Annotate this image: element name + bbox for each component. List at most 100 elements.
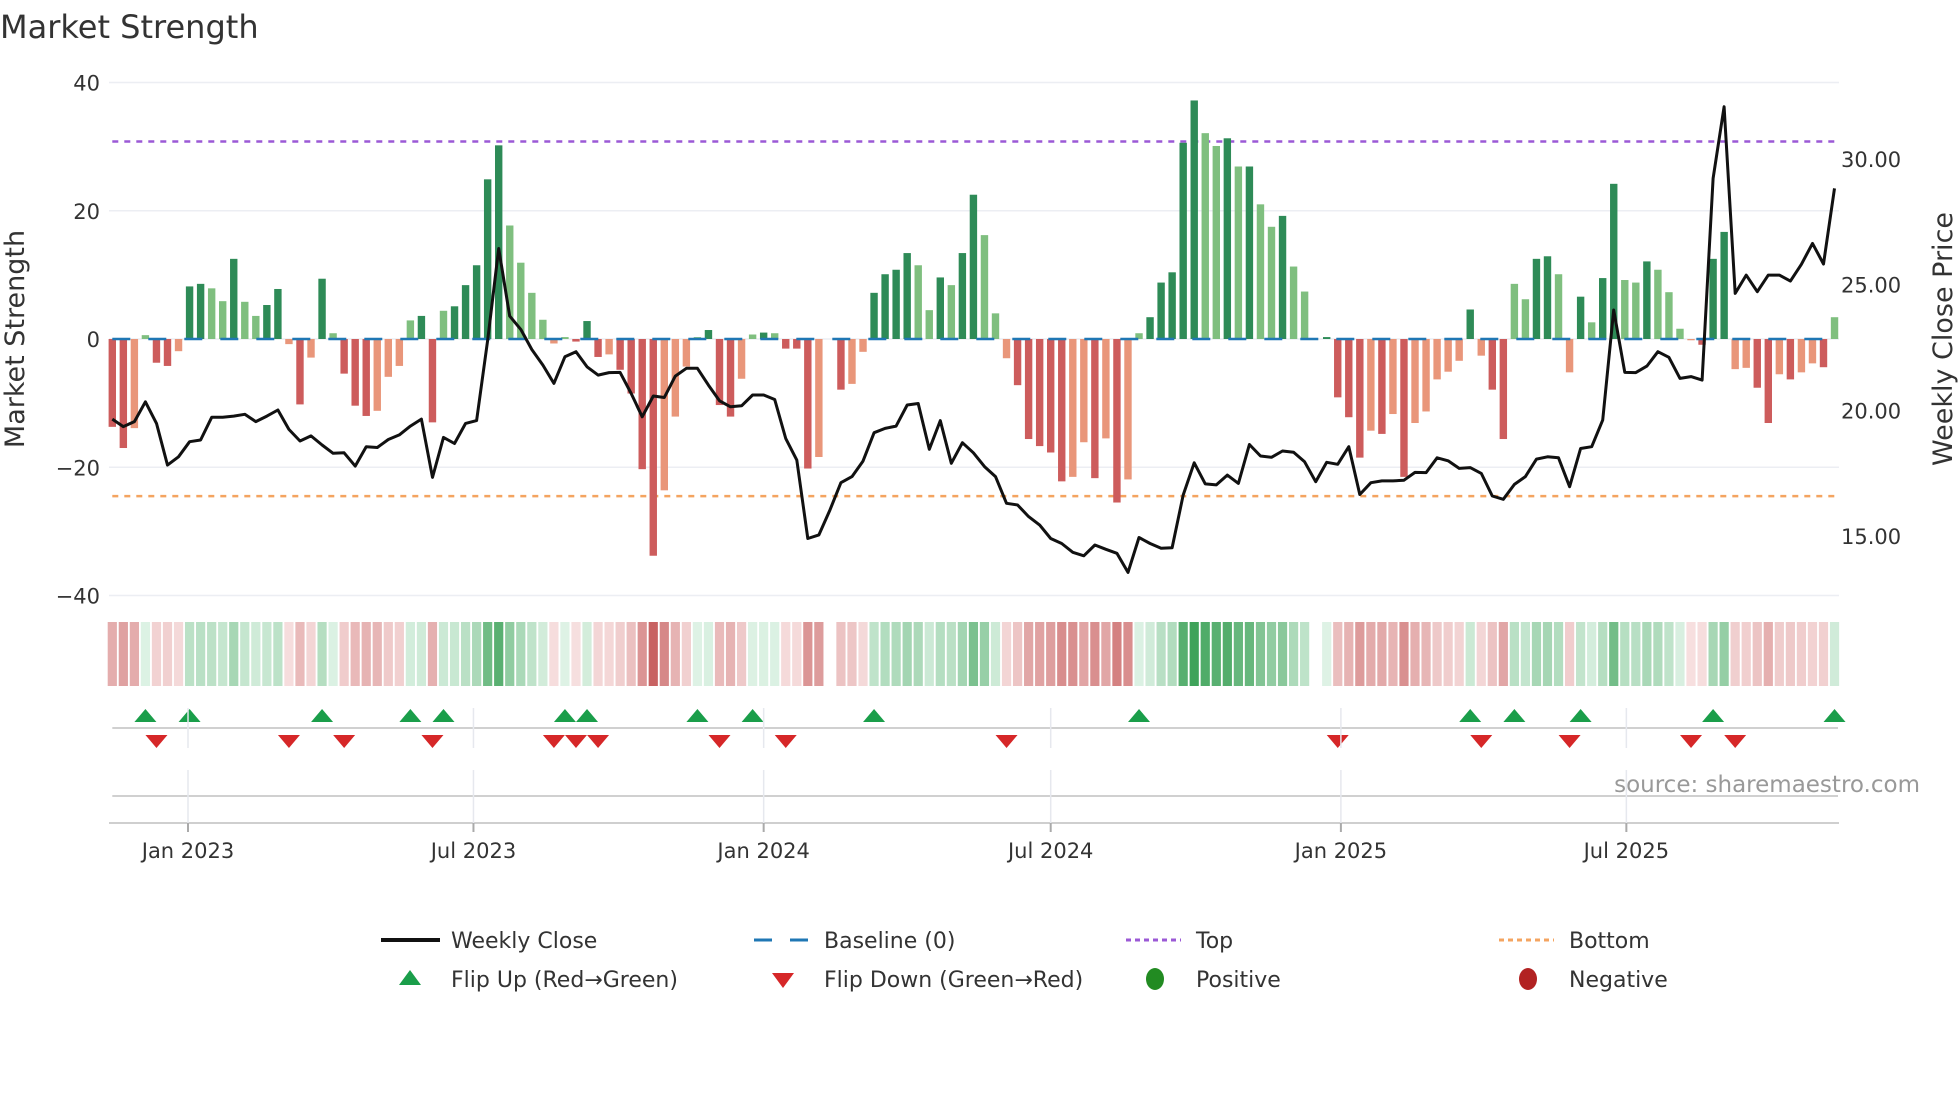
heat-cell [881, 622, 890, 686]
flip-up-marker [134, 709, 156, 722]
flip-down-marker [278, 735, 300, 748]
negative-bar [1047, 339, 1054, 453]
positive-bar [1621, 280, 1628, 339]
heat-cell [483, 622, 492, 686]
positive-bar [230, 259, 237, 339]
legend: Weekly CloseBaseline (0)TopBottomFlip Up… [381, 929, 1668, 993]
positive-bar [583, 321, 590, 339]
positive-bar [1522, 299, 1529, 339]
flip-up-icon [399, 970, 421, 985]
heat-cell [163, 622, 172, 686]
negative-bar [1411, 339, 1418, 423]
positive-bar [407, 320, 414, 339]
strength-bars [109, 100, 1839, 555]
flip-down-icon [772, 973, 794, 988]
flip-up-marker [433, 709, 455, 722]
flip-up-marker [576, 709, 598, 722]
positive-bar [1301, 292, 1308, 339]
heat-cell [1598, 622, 1607, 686]
heat-cell [991, 622, 1000, 686]
positive-bar [1235, 167, 1242, 339]
flip-up-marker [1503, 709, 1525, 722]
flip-down-marker [775, 735, 797, 748]
negative-bar [793, 339, 800, 349]
flip-up-marker [554, 709, 576, 722]
heat-cell [1245, 622, 1254, 686]
negative-bar [296, 339, 303, 404]
negative-bar [1003, 339, 1010, 358]
heat-cell [1830, 622, 1839, 686]
positive-bar [926, 310, 933, 339]
negative-bar [307, 339, 314, 358]
x-tick-label: Jul 2024 [1006, 839, 1093, 863]
legend-item-flip-down: Flip Down (Green→Red) [772, 968, 1083, 993]
heat-cell [1024, 622, 1033, 686]
heat-cell [1609, 622, 1618, 686]
positive-bar [1632, 283, 1639, 339]
negative-bar [1345, 339, 1352, 417]
positive-bar [1720, 232, 1727, 339]
negative-bar [285, 339, 292, 344]
heat-cell [1355, 622, 1364, 686]
positive-bar [1213, 146, 1220, 339]
negative-bar [1444, 339, 1451, 372]
flip-up-marker [742, 709, 764, 722]
heat-cell [262, 622, 271, 686]
heat-cell [251, 622, 260, 686]
heat-cell [108, 622, 117, 686]
heat-cell [284, 622, 293, 686]
heat-cell [1444, 622, 1453, 686]
heat-cell [538, 622, 547, 686]
y2-axis-title: Weekly Close Price [1928, 212, 1959, 466]
negative-bar [1776, 339, 1783, 374]
heat-cell [1697, 622, 1706, 686]
positive-bar [506, 225, 513, 339]
y-tick-label: 0 [87, 328, 100, 352]
heat-cell [1731, 622, 1740, 686]
positive-bar [1511, 284, 1518, 339]
positive-bar [451, 306, 458, 339]
negative-bar [1124, 339, 1131, 479]
heat-cell [1278, 622, 1287, 686]
negative-bar [1102, 339, 1109, 438]
heat-cell [1344, 622, 1353, 686]
heat-cell [1532, 622, 1541, 686]
heat-cell [814, 622, 823, 686]
heat-cell [847, 622, 856, 686]
positive-bar [539, 320, 546, 339]
negative-bar [153, 339, 160, 363]
y-tick-label: −20 [56, 456, 100, 480]
flip-down-marker [709, 735, 731, 748]
positive-bar [1544, 256, 1551, 339]
heat-cell [737, 622, 746, 686]
heat-cell [1686, 622, 1695, 686]
negative-bar [1798, 339, 1805, 372]
positive-bar [1654, 270, 1661, 339]
heat-cell [1410, 622, 1419, 686]
flip-up-marker [686, 709, 708, 722]
heat-cell [1675, 622, 1684, 686]
negative-bar [1489, 339, 1496, 390]
heat-cell [1499, 622, 1508, 686]
heat-cell [682, 622, 691, 686]
positive-bar [197, 284, 204, 339]
positive-bar [1577, 297, 1584, 339]
heat-cell [1079, 622, 1088, 686]
heat-cell [207, 622, 216, 686]
positive-bar [318, 279, 325, 339]
negative-bar [1058, 339, 1065, 481]
heat-cell [218, 622, 227, 686]
x-tick-label: Jan 2023 [140, 839, 235, 863]
heat-cell [605, 622, 614, 686]
flip-down-marker [145, 735, 167, 748]
heat-cell [119, 622, 128, 686]
heat-cell [903, 622, 912, 686]
flip-down-marker [1327, 735, 1349, 748]
negative-bar [1080, 339, 1087, 442]
heat-cell [373, 622, 382, 686]
flip-down-marker [1470, 735, 1492, 748]
heat-cell [1455, 622, 1464, 686]
heat-cell [1145, 622, 1154, 686]
negative-bar [650, 339, 657, 556]
negative-icon [1519, 968, 1537, 990]
